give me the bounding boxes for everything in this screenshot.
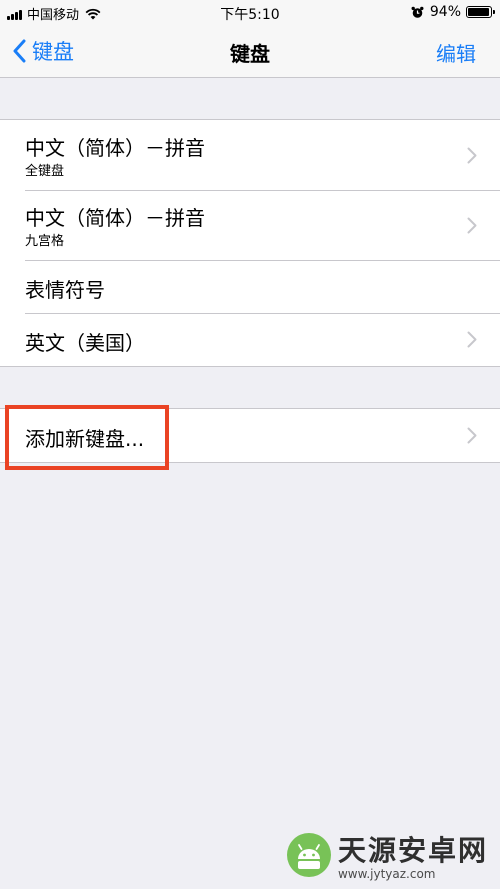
watermark-name: 天源安卓网 [337,834,488,867]
chevron-right-icon [467,331,477,348]
keyboard-row-pinyin-10key[interactable]: 中文（简体）－拼音 九宫格 [0,190,500,260]
battery-nub [493,10,495,14]
page-title: 键盘 [230,42,270,66]
edit-button[interactable]: 编辑 [436,38,476,67]
keyboard-title: 中文（简体）－拼音 [25,136,205,160]
chevron-right-icon [467,217,477,234]
keyboard-list: 中文（简体）－拼音 全键盘 中文（简体）－拼音 九宫格 表情符号 英文（美国） [0,119,500,367]
keyboard-subtitle: 九宫格 [25,234,65,249]
keyboard-title: 中文（简体）－拼音 [25,206,205,230]
chevron-right-icon [467,147,477,164]
keyboard-row-pinyin-full[interactable]: 中文（简体）－拼音 全键盘 [0,120,500,190]
status-bar: 中国移动 下午5:10 94% [0,0,500,26]
keyboard-title: 英文（美国） [25,331,145,355]
keyboard-row-emoji[interactable]: 表情符号 [0,260,500,313]
android-logo-icon [286,833,331,877]
navigation-bar: 键盘 键盘 编辑 [0,26,500,78]
alarm-icon [411,6,424,18]
watermark: 天源安卓网 www.jytyaz.com [286,829,488,881]
battery-icon [466,6,495,18]
status-right: 94% [411,4,495,20]
battery-fill [468,8,489,16]
keyboard-row-english-us[interactable]: 英文（美国） [0,313,500,366]
watermark-text: 天源安卓网 www.jytyaz.com [338,829,488,881]
keyboard-title: 表情符号 [25,278,105,302]
watermark-url: www.jytyaz.com [337,867,436,881]
chevron-right-icon [467,427,477,444]
keyboard-subtitle: 全键盘 [25,164,65,179]
highlight-annotation [5,405,169,470]
battery-percent: 94% [429,4,461,20]
